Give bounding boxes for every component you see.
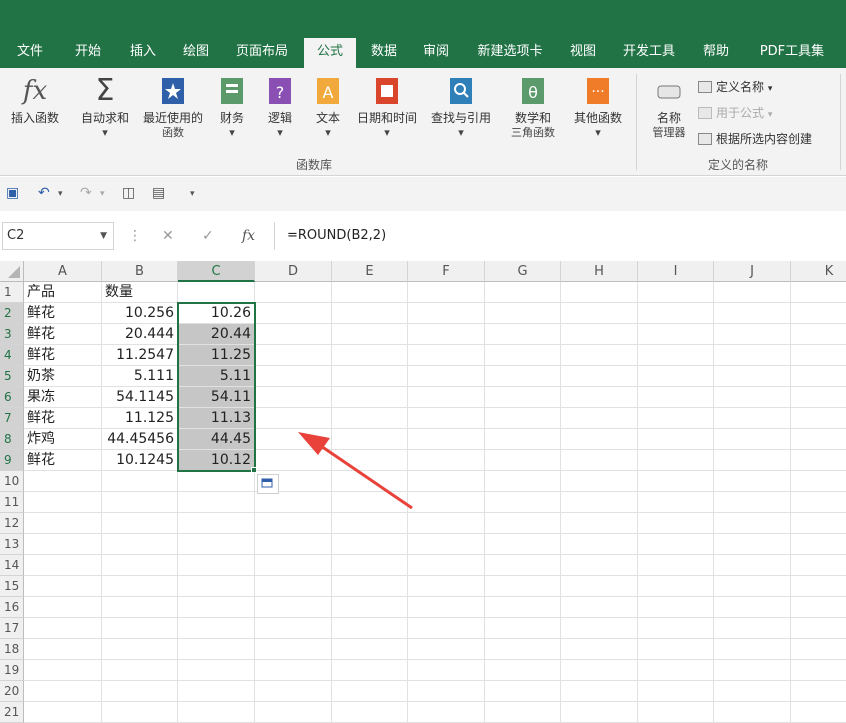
annotation-arrow: [298, 432, 413, 510]
excel-window: 文件 开始 插入 绘图 页面布局 公式 数据 审阅 新建选项卡 视图 开发工具 …: [0, 0, 846, 723]
